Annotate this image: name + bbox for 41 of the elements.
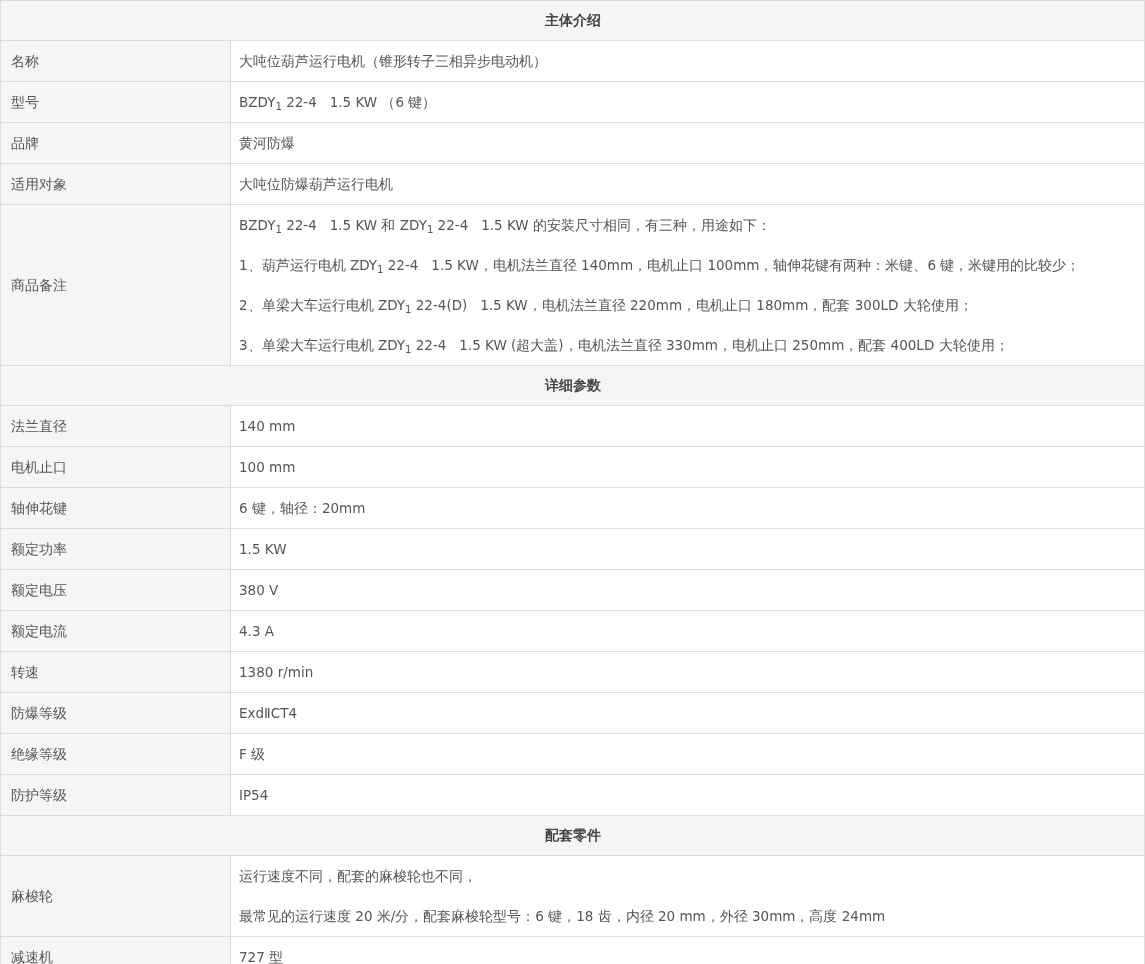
row-label: 防护等级 <box>0 774 231 816</box>
value-text: ExdⅡCT4 <box>238 704 298 723</box>
value-text: IP54 <box>238 786 270 805</box>
row-label: 法兰直径 <box>0 405 231 447</box>
value-text: 2、单梁大车运行电机 ZDY$_{1}$ 22-4(D) 1.5 KW，电机法兰直径 220mm，电机止口 180mm，配套 300LD 大轮使用； <box>238 296 974 317</box>
row-label: 适用对象 <box>0 163 231 205</box>
row-label: 品牌 <box>0 122 231 164</box>
row-label: 转速 <box>0 651 231 693</box>
value-text: 380 V <box>238 581 280 600</box>
value-text: 1380 r/min <box>238 663 315 682</box>
row-label: 轴伸花键 <box>0 487 231 529</box>
value-text: 100 mm <box>238 458 297 477</box>
value-text: 6 键，轴径：20mm <box>238 499 367 518</box>
row-label: 减速机 <box>0 936 231 964</box>
value-text: 727 型 <box>238 948 285 964</box>
row-label: 额定电流 <box>0 610 231 652</box>
row-label: 麻梭轮 <box>0 855 231 937</box>
section-heading: 详细参数 <box>0 365 1145 406</box>
row-label: 额定电压 <box>0 569 231 611</box>
value-text: BZDY$_{1}$ 22-4 1.5 KW （6 键） <box>238 93 438 114</box>
value-text: 最常见的运行速度 20 米/分，配套麻梭轮型号：6 键，18 齿，内径 20 mm，外径 30mm，高度 24mm <box>238 907 887 926</box>
value-text: 140 mm <box>238 417 297 436</box>
row-label: 电机止口 <box>0 446 231 488</box>
value-text: 大吨位防爆葫芦运行电机 <box>238 175 394 194</box>
value-text: F 级 <box>238 745 267 764</box>
value-text: 1.5 KW <box>238 540 288 559</box>
row-label: 商品备注 <box>0 204 231 366</box>
value-text: 1、葫芦运行电机 ZDY$_{1}$ 22-4 1.5 KW，电机法兰直径 140mm，电机止口 100mm，轴伸花键有两种：米键、6 键，米键用的比较少； <box>238 256 1082 277</box>
row-label: 防爆等级 <box>0 692 231 734</box>
row-label: 额定功率 <box>0 528 231 570</box>
value-text: 黄河防爆 <box>238 134 296 153</box>
row-label: 型号 <box>0 81 231 123</box>
section-heading: 配套零件 <box>0 815 1145 856</box>
row-label: 绝缘等级 <box>0 733 231 775</box>
section-heading: 主体介绍 <box>0 0 1145 41</box>
value-text: 大吨位葫芦运行电机（锥形转子三相异步电动机） <box>238 52 548 71</box>
value-text: BZDY$_{1}$ 22-4 1.5 KW 和 ZDY$_{1}$ 22-4 1.5 KW 的安装尺寸相同，有三种，用途如下： <box>238 216 772 237</box>
row-label: 名称 <box>0 40 231 82</box>
value-text: 4.3 A <box>238 622 275 641</box>
value-text: 3、单梁大车运行电机 ZDY$_{1}$ 22-4 1.5 KW (超大盖)，电机法兰直径 330mm，电机止口 250mm，配套 400LD 大轮使用； <box>238 336 1010 357</box>
value-text: 运行速度不同，配套的麻梭轮也不同， <box>238 867 478 886</box>
